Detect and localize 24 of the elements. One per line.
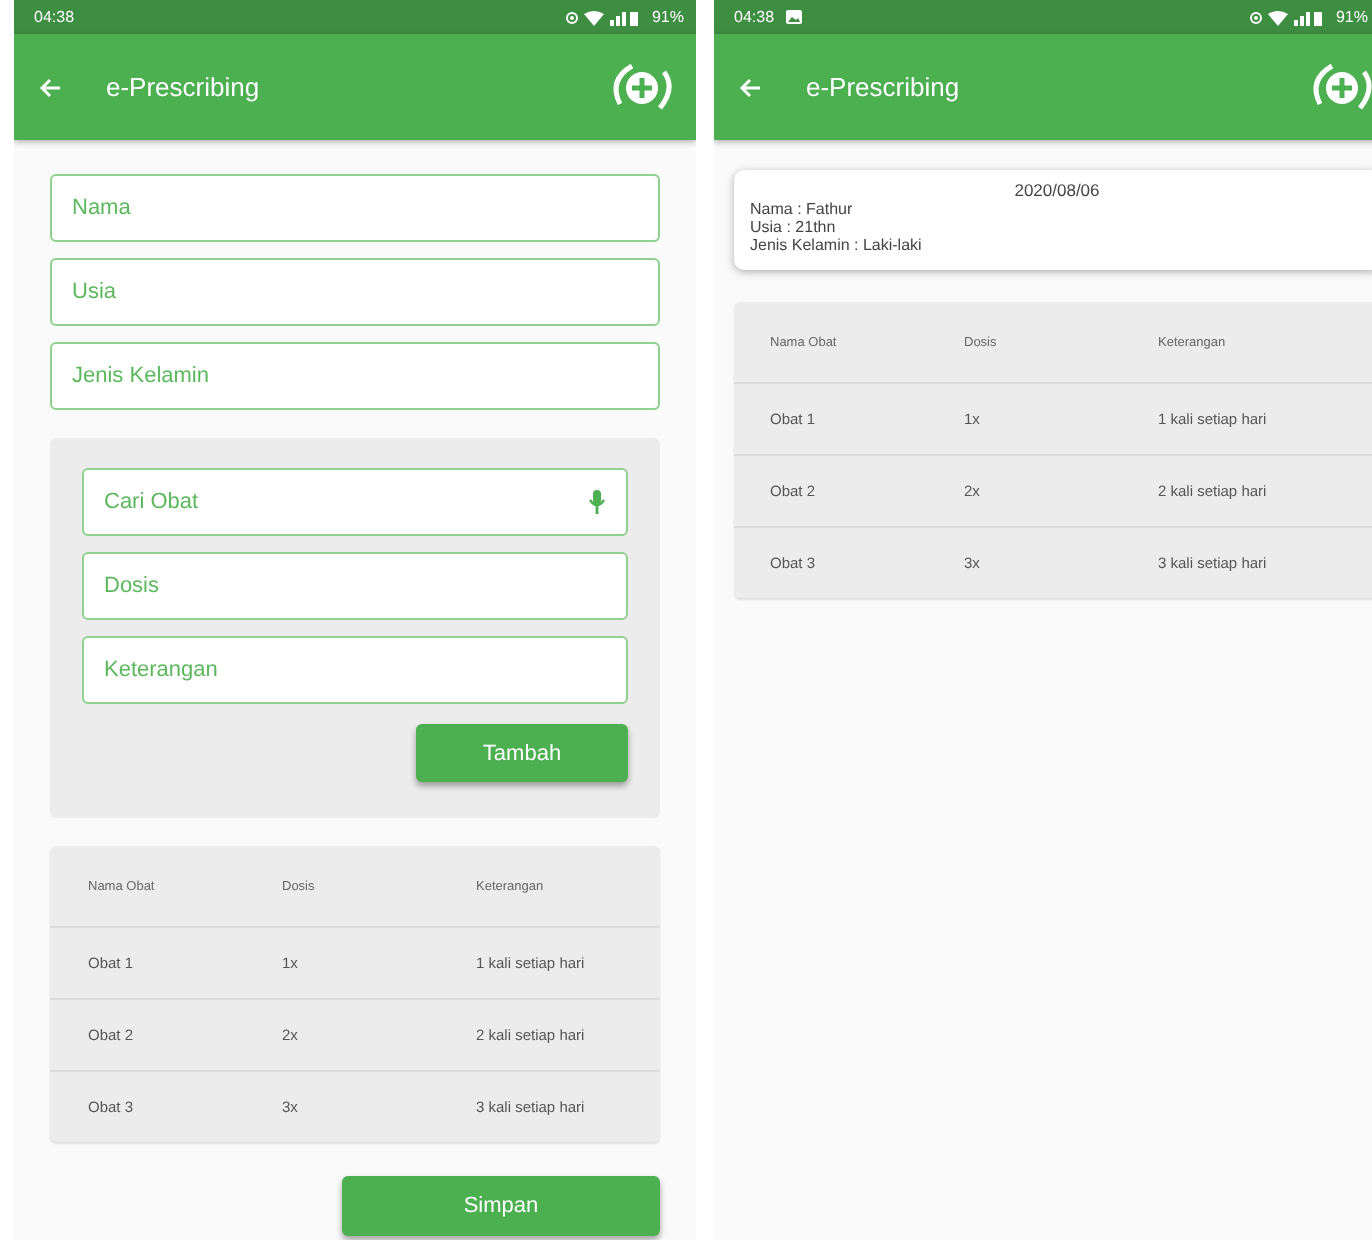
status-time: 04:38: [34, 8, 75, 26]
back-arrow-icon[interactable]: [38, 77, 62, 97]
status-icons: [1247, 9, 1324, 25]
app-title: e-Prescribing: [106, 72, 262, 102]
input-field[interactable]: Usia: [50, 258, 660, 326]
patient-info: Jenis Kelamin : Laki-laki: [750, 236, 924, 254]
image-icon: [786, 10, 803, 24]
input-field[interactable]: Dosis: [82, 552, 628, 620]
status-time: 04:38: [734, 8, 775, 26]
status-icons: [563, 9, 640, 25]
patient-info: Nama : Fathur: [750, 200, 855, 218]
back-arrow-icon[interactable]: [738, 77, 762, 97]
input-field[interactable]: Jenis Kelamin: [50, 342, 660, 410]
date-text: 2020/08/06: [1012, 182, 1102, 200]
patient-info: Usia : 21thn: [750, 218, 838, 236]
add-button[interactable]: Tambah: [416, 724, 628, 782]
input-field[interactable]: Nama: [50, 174, 660, 242]
app-title: e-Prescribing: [806, 72, 962, 102]
input-field[interactable]: Keterangan: [82, 636, 628, 704]
input-field[interactable]: Cari Obat: [82, 468, 628, 536]
battery-level: 91%: [651, 8, 684, 26]
save-button[interactable]: Simpan: [342, 1176, 660, 1236]
microphone-icon[interactable]: [588, 490, 606, 514]
battery-level: 91%: [1335, 8, 1368, 26]
